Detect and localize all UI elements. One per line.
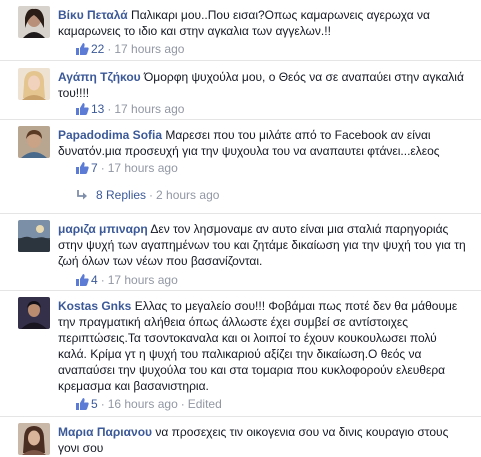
like-count[interactable]: 5 [91, 397, 98, 411]
comment-item: Αγάπη Τζήκου Όμορφη ψυχούλα μου, ο Θεός … [0, 61, 481, 120]
comment-item: Kostas Gnks Ελλας το μεγαλείο σου!!! Φοβ… [0, 291, 481, 417]
thumbs-up-icon [76, 103, 89, 115]
comment-author[interactable]: Papadodima Sofia [58, 128, 162, 142]
meta-separator: · [107, 42, 112, 56]
comment-item: Papadodima Sofia Μαρεσει που του μιλάτε … [0, 120, 481, 214]
like-count[interactable]: 4 [91, 273, 98, 287]
comment-meta: 22 · 17 hours ago [76, 40, 184, 58]
avatar[interactable] [18, 126, 50, 158]
avatar[interactable] [18, 6, 50, 38]
meta-separator: · [180, 397, 185, 411]
comment-timestamp[interactable]: 17 hours ago [114, 42, 184, 56]
edited-label[interactable]: Edited [188, 397, 222, 411]
comment-author[interactable]: μαριζα μπιναρη [58, 222, 148, 236]
comment-author[interactable]: Βίκυ Πεταλά [58, 8, 128, 22]
like-count[interactable]: 13 [91, 102, 104, 116]
like-count[interactable]: 22 [91, 42, 104, 56]
comment-meta: 4 · 17 hours ago [76, 271, 178, 289]
comment-author[interactable]: Αγάπη Τζήκου [58, 70, 141, 84]
meta-separator: · [100, 273, 105, 287]
comment-meta: 7 · 17 hours ago [76, 159, 178, 177]
avatar[interactable] [18, 68, 50, 100]
thumbs-up-icon [76, 274, 89, 286]
comment-item: Βίκυ Πεταλά Παλικαρι μου..Που εισαι?Οπως… [0, 0, 481, 61]
view-replies-link[interactable]: 8 Replies [96, 188, 146, 202]
comment-timestamp[interactable]: 16 hours ago [108, 397, 178, 411]
thumbs-up-icon [76, 162, 89, 174]
comment-item: Μαρια Παριανου να προσεχεις τιν οικογενι… [0, 417, 481, 457]
like-count[interactable]: 7 [91, 161, 98, 175]
thumbs-up-icon [76, 43, 89, 55]
comment-author[interactable]: Μαρια Παριανου [58, 425, 152, 439]
comment-timestamp[interactable]: 17 hours ago [108, 273, 178, 287]
reply-arrow-icon [77, 190, 87, 200]
avatar[interactable] [18, 423, 50, 455]
meta-separator: · [100, 397, 105, 411]
meta-separator: · [107, 102, 112, 116]
avatar[interactable] [18, 220, 50, 252]
comment-author[interactable]: Kostas Gnks [58, 299, 131, 313]
comment-text: Ελλας το μεγαλείο σου!!! Φοβάμαι πως ποτ… [58, 299, 458, 393]
replies-timestamp[interactable]: 2 hours ago [156, 188, 219, 202]
avatar[interactable] [18, 297, 50, 329]
meta-separator: · [149, 188, 154, 202]
meta-separator: · [100, 161, 105, 175]
thumbs-up-icon [76, 398, 89, 410]
comment-meta: 5 · 16 hours ago · Edited [76, 395, 222, 413]
comment-meta: 13 · 17 hours ago [76, 100, 184, 118]
comment-timestamp[interactable]: 17 hours ago [108, 161, 178, 175]
comment-item: μαριζα μπιναρη Δεν τον λησμοναμε αν αυτο… [0, 214, 481, 291]
comment-timestamp[interactable]: 17 hours ago [114, 102, 184, 116]
comment-feed: Βίκυ Πεταλά Παλικαρι μου..Που εισαι?Οπως… [0, 0, 481, 457]
replies-row: 8 Replies · 2 hours ago [76, 186, 219, 204]
